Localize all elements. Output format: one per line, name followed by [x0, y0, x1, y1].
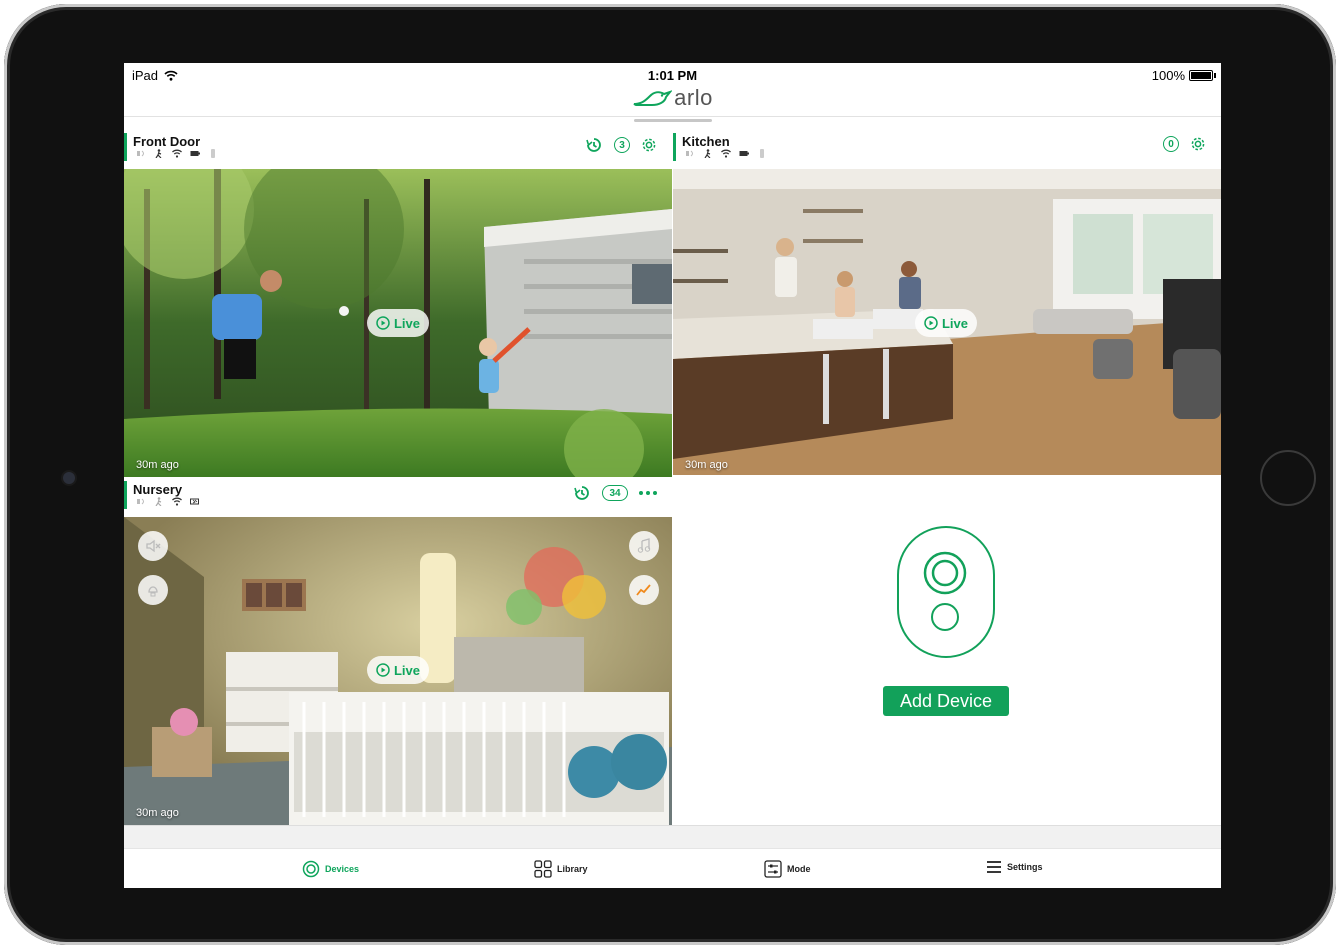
lullaby-button[interactable] [629, 531, 659, 561]
signal-icon [721, 149, 731, 158]
header-indicator [634, 119, 712, 122]
camera-name: Front Door [133, 134, 201, 149]
content-bottom-strip [124, 825, 1221, 848]
last-seen-timestamp: 30m ago [136, 807, 179, 819]
live-button[interactable]: Live [367, 309, 429, 337]
battery-level-icon [190, 151, 200, 156]
camera-header: Kitchen 0 [673, 129, 1221, 163]
live-button[interactable]: Live [915, 309, 977, 337]
status-accent-bar [673, 133, 676, 161]
signal-icon [172, 497, 182, 506]
add-device-button[interactable]: Add Device [883, 686, 1009, 716]
gear-icon[interactable] [1189, 135, 1207, 153]
camera-actions: 3 [584, 135, 658, 155]
clip-count-badge[interactable]: 3 [614, 137, 630, 153]
live-label: Live [393, 662, 420, 678]
speaker-muted-icon [146, 539, 161, 553]
home-button[interactable] [1260, 450, 1316, 506]
mode-sliders-icon [764, 860, 782, 878]
live-button[interactable]: Live [367, 656, 429, 684]
battery-percent: 100% [1151, 68, 1185, 83]
camera-device-illustration [897, 526, 995, 658]
tab-settings[interactable]: Settings [986, 860, 1043, 874]
camera-device-icon [211, 149, 215, 158]
devices-icon [302, 860, 320, 878]
audio-icon [137, 498, 144, 505]
camera-feed[interactable]: Live 30m ago [124, 517, 672, 825]
tab-label: Library [557, 864, 588, 874]
camera-name: Kitchen [682, 134, 730, 149]
lamp-icon [148, 586, 158, 597]
arlo-bird-icon [633, 90, 673, 106]
mute-button[interactable] [138, 531, 168, 561]
camera-status-icons [136, 149, 218, 158]
library-grid-icon [534, 860, 552, 878]
tab-bar: Devices Library Mode Settings [124, 848, 1221, 888]
motion-icon [155, 497, 162, 506]
battery-level-icon [739, 151, 749, 156]
camera-actions: 0 [1163, 135, 1207, 153]
logo-text: arlo [674, 85, 713, 110]
camera-status-icons [685, 149, 767, 158]
app-screen: iPad 1:01 PM 100% arlo Front Door 3 Live… [124, 63, 1221, 888]
live-label: Live [393, 315, 420, 331]
power-plugged-icon [190, 498, 199, 505]
battery-icon [1189, 70, 1216, 81]
camera-tile-nursery[interactable]: Nursery 34 Live 30m ago [124, 477, 672, 825]
play-icon [924, 316, 938, 330]
camera-device-icon [760, 149, 764, 158]
camera-tile-front-door[interactable]: Front Door 3 Live 30m ago [124, 129, 672, 477]
tab-label: Settings [1007, 862, 1043, 872]
tab-devices[interactable]: Devices [302, 860, 359, 878]
history-icon[interactable] [572, 483, 592, 503]
camera-name: Nursery [133, 482, 183, 497]
motion-icon [704, 149, 711, 158]
graph-trend-icon [636, 584, 651, 596]
more-icon[interactable] [638, 489, 658, 497]
audio-icon [686, 150, 693, 157]
tab-library[interactable]: Library [534, 860, 588, 878]
night-light-button[interactable] [138, 575, 168, 605]
last-seen-timestamp: 30m ago [136, 459, 179, 471]
camera-tile-kitchen[interactable]: Kitchen 0 Live 30m ago [673, 129, 1221, 477]
clip-count-badge[interactable]: 34 [602, 485, 628, 501]
play-icon [376, 316, 390, 330]
air-quality-button[interactable] [629, 575, 659, 605]
camera-feed[interactable]: Live 30m ago [124, 169, 672, 477]
settings-menu-icon [987, 861, 1001, 873]
gear-icon[interactable] [640, 136, 658, 154]
camera-header: Nursery 34 [124, 477, 672, 511]
status-bar: iPad 1:01 PM 100% [124, 63, 1221, 85]
clock: 1:01 PM [647, 68, 698, 83]
tab-mode[interactable]: Mode [764, 860, 811, 878]
add-device-pane: Add Device [673, 475, 1221, 825]
header-divider [124, 116, 1221, 117]
status-accent-bar [124, 133, 127, 161]
history-icon[interactable] [584, 135, 604, 155]
motion-icon [155, 149, 162, 158]
camera-header: Front Door 3 [124, 129, 672, 163]
last-seen-timestamp: 30m ago [685, 459, 728, 471]
front-camera [63, 472, 75, 484]
camera-feed[interactable]: Live 30m ago [673, 169, 1221, 477]
music-note-icon [637, 538, 651, 553]
camera-actions: 34 [572, 483, 658, 503]
play-icon [376, 663, 390, 677]
status-accent-bar [124, 481, 127, 509]
clip-count-badge[interactable]: 0 [1163, 136, 1179, 152]
live-label: Live [941, 315, 968, 331]
tab-label: Mode [787, 864, 811, 874]
arlo-logo: arlo [124, 83, 1221, 113]
signal-icon [172, 149, 182, 158]
tab-label: Devices [325, 864, 360, 874]
audio-icon [137, 150, 144, 157]
camera-status-icons [136, 497, 200, 506]
